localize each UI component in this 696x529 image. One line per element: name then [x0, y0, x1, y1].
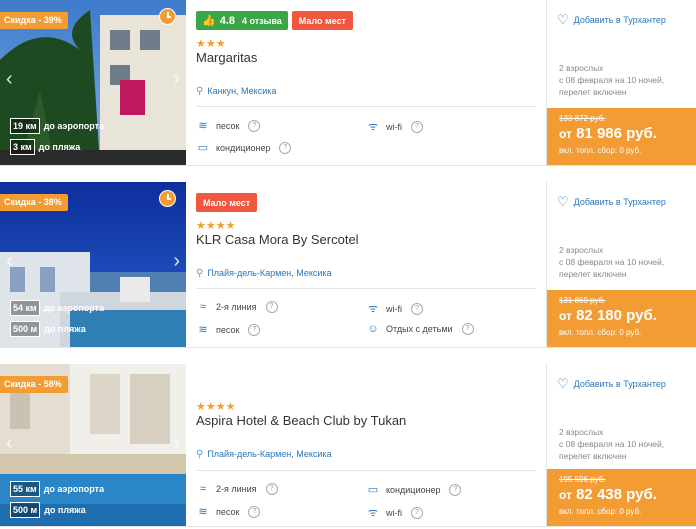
old-price: 133 872 руб.: [559, 114, 606, 123]
rating-badge[interactable]: 👍 4.8 4 отзыва: [196, 11, 288, 30]
pin-icon: ⚲: [196, 268, 204, 279]
help-icon[interactable]: ?: [461, 323, 474, 335]
price-box[interactable]: 133 872 руб. от 81 986 руб. вкл. топл. с…: [547, 108, 696, 165]
fuel-fee: вкл. топл. сбор: 0 руб.: [559, 328, 642, 337]
fuel-fee: вкл. топл. сбор: 0 руб.: [559, 507, 642, 516]
trip-details: 2 взрослых с 08 февраля на 10 ночей, перел…: [559, 245, 665, 279]
hotel-name[interactable]: Margaritas: [196, 50, 257, 65]
divider: [196, 106, 536, 107]
divider: [196, 288, 536, 289]
clock-icon: [159, 8, 176, 25]
beach-distance: 3 км до пляжа: [10, 139, 80, 155]
pin-icon: ⚲: [196, 449, 204, 460]
ac-icon: ▭: [197, 142, 209, 154]
beach-distance: 500 м до пляжа: [10, 502, 86, 518]
clock-icon: [159, 190, 176, 207]
wifi-icon: ᯤ: [367, 121, 379, 133]
feature-item: ᯤ wi-fi?: [366, 505, 423, 520]
airport-distance: 54 км до аэропорта: [10, 300, 104, 316]
few-places-badge: Мало мест: [291, 11, 353, 30]
ac-icon: ▭: [367, 484, 379, 496]
add-to-tourhunter-button[interactable]: ♡ Добавить в Турхантер: [557, 194, 666, 210]
help-icon[interactable]: ?: [279, 141, 292, 154]
price: от 82 438 руб.: [559, 486, 657, 503]
waves-icon: ≈: [199, 301, 207, 313]
price-box[interactable]: 195 596 руб. от 82 438 руб. вкл. топл. с…: [547, 469, 696, 526]
help-icon[interactable]: ?: [265, 301, 278, 313]
hotel-location[interactable]: ⚲ Плайя-дель-Кармен, Мексика: [196, 268, 332, 279]
hotel-location[interactable]: ⚲ Плайя-дель-Кармен, Мексика: [196, 449, 332, 460]
wifi-icon: ᯤ: [367, 303, 379, 315]
feature-item: ≈2-я линия?: [196, 483, 278, 495]
price: от 81 986 руб.: [559, 125, 657, 142]
sand-icon: ≋: [198, 120, 208, 132]
chevron-right-icon[interactable]: ›: [173, 68, 180, 91]
wifi-icon: ᯤ: [367, 507, 379, 519]
add-to-tourhunter-button[interactable]: ♡ Добавить в Турхантер: [557, 12, 666, 28]
price: от 82 180 руб.: [559, 307, 657, 324]
trip-details: 2 взрослых с 08 февраля на 10 ночей, перел…: [559, 427, 665, 461]
feature-item: ▭ кондиционер?: [366, 483, 462, 496]
add-to-tourhunter-button[interactable]: ♡ Добавить в Турхантер: [557, 376, 666, 392]
chevron-right-icon[interactable]: ›: [173, 432, 180, 455]
divider: [196, 470, 536, 471]
heart-icon: ♡: [557, 376, 569, 391]
hotel-photo[interactable]: Скидка - 39% ‹ › 19 км до аэропорта 3 км д…: [0, 0, 186, 165]
hotel-card[interactable]: Скидка - 39% ‹ › 19 км до аэропорта 3 км д…: [0, 0, 696, 166]
help-icon[interactable]: ?: [411, 506, 423, 519]
thumbs-up-icon: 👍: [202, 15, 216, 27]
hotel-stars: ★★★★: [196, 220, 236, 232]
old-price: 131 869 руб.: [559, 296, 606, 305]
chevron-right-icon[interactable]: ›: [173, 250, 180, 273]
waves-icon: ≈: [199, 483, 207, 495]
feature-item: ▭ кондиционер?: [196, 141, 292, 154]
sand-icon: ≋: [198, 324, 208, 336]
discount-badge: Скидка - 38%: [0, 194, 68, 211]
fuel-fee: вкл. топл. сбор: 0 руб.: [559, 146, 642, 155]
hotel-name[interactable]: KLR Casa Mora By Sercotel: [196, 232, 359, 247]
kids-icon: ☺: [367, 323, 379, 335]
heart-icon: ♡: [557, 12, 569, 27]
help-icon[interactable]: ?: [265, 483, 278, 495]
hotel-stars: ★★★: [196, 38, 226, 50]
hotel-location[interactable]: ⚲ Канкун, Мексика: [196, 86, 276, 97]
airport-distance: 19 км до аэропорта: [10, 118, 104, 134]
help-icon[interactable]: ?: [248, 505, 261, 518]
hotel-card[interactable]: Скидка - 38% ‹ › 54 км до аэропорта 500 м…: [0, 182, 696, 348]
hotel-name[interactable]: Aspira Hotel & Beach Club by Tukan: [196, 413, 406, 428]
help-icon[interactable]: ?: [411, 302, 423, 315]
feature-item: ᯤ wi-fi?: [366, 119, 423, 134]
old-price: 195 596 руб.: [559, 475, 606, 484]
help-icon[interactable]: ?: [248, 119, 261, 132]
feature-item: ᯤ wi-fi?: [366, 301, 423, 316]
feature-item: ≋ песок?: [196, 505, 261, 518]
feature-item: ≈2-я линия?: [196, 301, 278, 313]
chevron-left-icon[interactable]: ‹: [6, 432, 13, 455]
trip-details: 2 взрослых с 08 февраля на 10 ночей, перел…: [559, 63, 665, 97]
sand-icon: ≋: [198, 506, 208, 518]
discount-badge: Скидка - 58%: [0, 376, 68, 393]
few-places-badge: Мало мест: [196, 193, 258, 212]
help-icon[interactable]: ?: [411, 120, 423, 133]
hotel-photo[interactable]: Скидка - 38% ‹ › 54 км до аэропорта 500 м…: [0, 182, 186, 347]
hotel-card[interactable]: Скидка - 58% ‹ › 55 км до аэропорта 500 м…: [0, 364, 696, 527]
feature-item: ≋ песок?: [196, 323, 261, 336]
airport-distance: 55 км до аэропорта: [10, 481, 104, 497]
discount-badge: Скидка - 39%: [0, 12, 68, 29]
help-icon[interactable]: ?: [449, 483, 462, 496]
chevron-left-icon[interactable]: ‹: [6, 68, 13, 91]
help-icon[interactable]: ?: [248, 323, 261, 336]
hotel-stars: ★★★★: [196, 401, 236, 413]
feature-item: ≋ песок?: [196, 119, 261, 132]
hotel-photo[interactable]: Скидка - 58% ‹ › 55 км до аэропорта 500 м…: [0, 364, 186, 526]
heart-icon: ♡: [557, 194, 569, 209]
chevron-left-icon[interactable]: ‹: [6, 250, 13, 273]
price-box[interactable]: 131 869 руб. от 82 180 руб. вкл. топл. с…: [547, 290, 696, 347]
beach-distance: 500 м до пляжа: [10, 321, 86, 337]
pin-icon: ⚲: [196, 86, 204, 97]
feature-item: ☺ Отдых с детьми?: [366, 323, 474, 335]
